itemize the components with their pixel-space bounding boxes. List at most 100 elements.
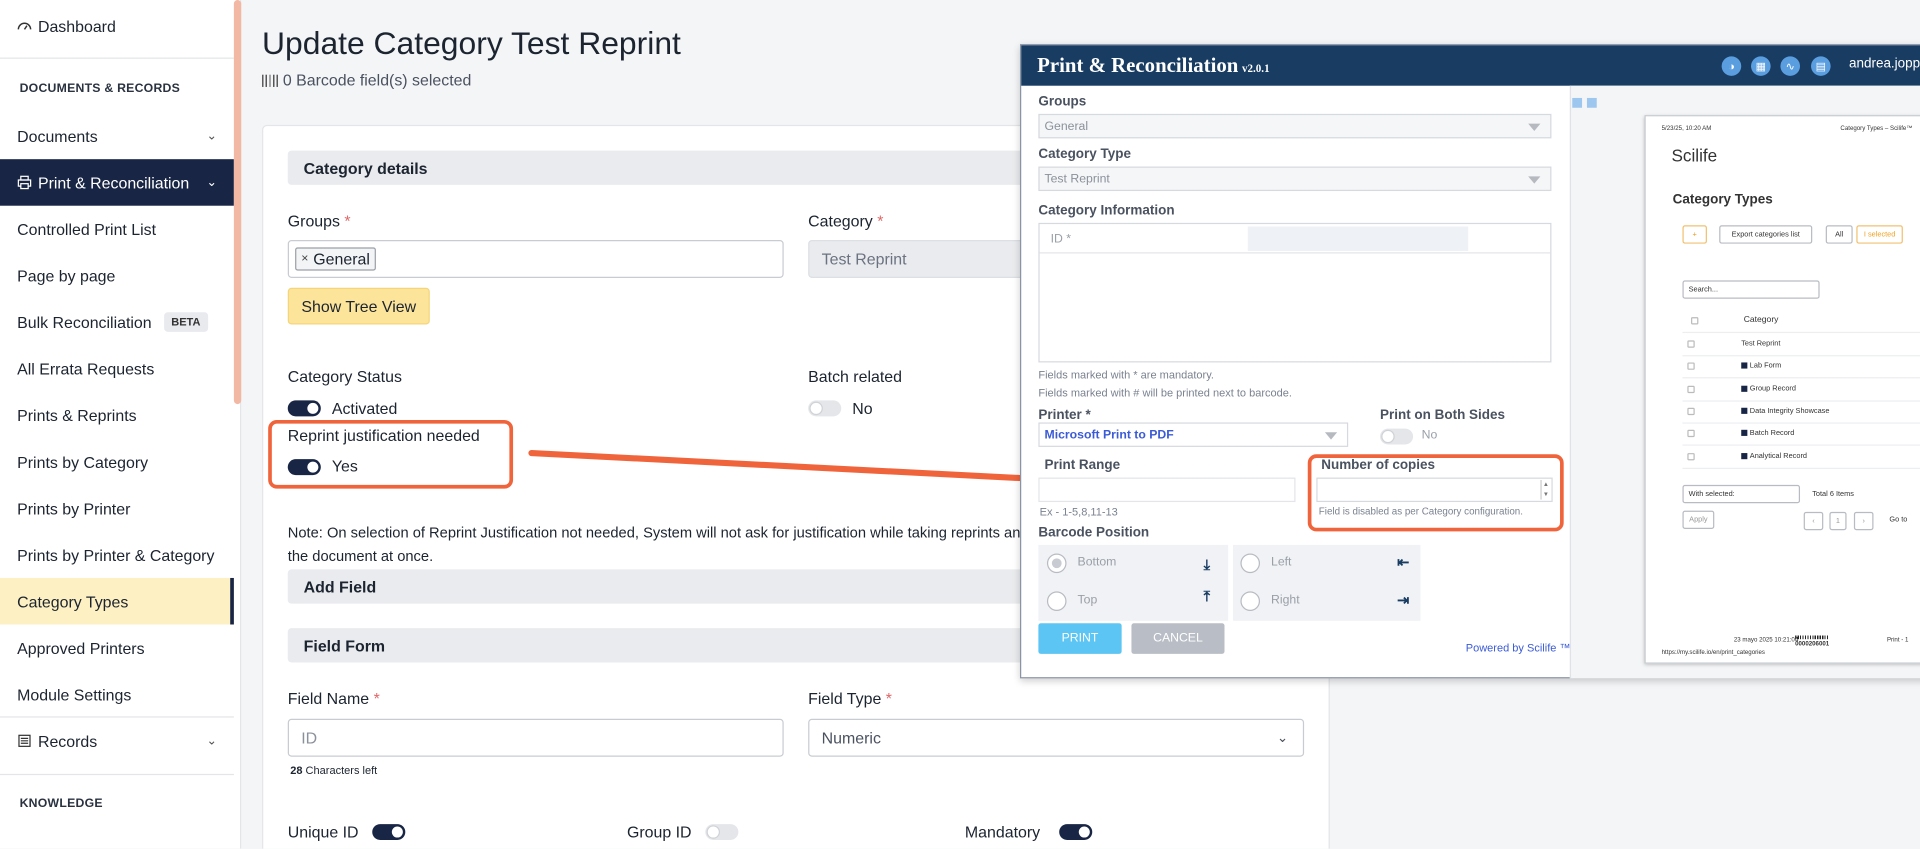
- sidebar-item-prints-by-printer-category[interactable]: Prints by Printer & Category: [0, 531, 234, 578]
- barcode-position-label: Barcode Position: [1038, 525, 1150, 541]
- mandatory-toggle[interactable]: [1059, 824, 1093, 841]
- sidebar-item-label: Documents: [17, 126, 98, 146]
- field-name-input[interactable]: ID: [287, 718, 784, 757]
- remove-icon[interactable]: ×: [301, 252, 308, 265]
- sidebar-item-label: Prints & Reprints: [17, 405, 137, 425]
- sidebar-item-bulk-reconciliation[interactable]: Bulk Reconciliation BETA: [0, 299, 234, 346]
- divider: [1682, 422, 1920, 424]
- barcode-options-left: [1038, 544, 1229, 621]
- preview-selected-button: I selected: [1856, 225, 1903, 244]
- preview-row: Batch Record: [1741, 429, 1794, 437]
- print-button[interactable]: PRINT: [1038, 623, 1122, 654]
- chevron-down-icon: ⌄: [1276, 731, 1289, 746]
- left-radio[interactable]: [1240, 553, 1261, 574]
- sidebar-item-approved-printers[interactable]: Approved Printers: [0, 624, 234, 671]
- left-label: Left: [1271, 555, 1292, 570]
- barcode-options-right: [1233, 544, 1421, 621]
- sidebar-scrollbar[interactable]: [233, 0, 242, 405]
- user-name: andrea.joppic: [1848, 56, 1920, 72]
- moon-icon[interactable]: ◑: [1721, 56, 1742, 76]
- sidebar-item-records[interactable]: Records ⌄: [0, 718, 234, 765]
- preview-row: Test Reprint: [1741, 340, 1781, 348]
- divider: [1682, 444, 1920, 446]
- group-chip[interactable]: × General: [295, 247, 377, 271]
- groups-input[interactable]: × General: [287, 240, 784, 278]
- divider: [1682, 331, 1920, 334]
- copies-hint: Field is disabled as per Category config…: [1318, 505, 1523, 517]
- preview-search: Search...: [1682, 280, 1820, 299]
- sidebar-item-documents[interactable]: Documents ⌄: [0, 113, 234, 160]
- records-icon: [17, 733, 32, 748]
- sidebar-item-dashboard[interactable]: Dashboard: [0, 2, 234, 49]
- sidebar-item-print-reconciliation[interactable]: Print & Reconciliation ⌄: [0, 159, 234, 206]
- preview-tool-icon[interactable]: [1586, 97, 1597, 108]
- sidebar-item-prints-reprints[interactable]: Prints & Reprints: [0, 392, 234, 439]
- section-heading-knowledge: KNOWLEDGE: [19, 797, 103, 811]
- activity-icon[interactable]: ∿: [1780, 56, 1801, 76]
- calendar-icon[interactable]: ▦: [1751, 56, 1771, 76]
- groups-label: Groups *: [287, 211, 351, 231]
- divider: [1682, 400, 1920, 402]
- preview-tool-icon[interactable]: [1572, 97, 1583, 108]
- preview-date: 5/23/25, 10:20 AM: [1661, 124, 1712, 133]
- arrow-up-icon: ⤒: [1203, 587, 1211, 605]
- preview-total: Total 6 Items: [1812, 491, 1854, 499]
- sidebar-item-label: Bulk Reconciliation: [17, 312, 152, 332]
- show-tree-view-button[interactable]: Show Tree View: [287, 287, 430, 325]
- reprint-justification-toggle[interactable]: [287, 459, 321, 476]
- sidebar-item-prints-by-printer[interactable]: Prints by Printer: [0, 485, 234, 532]
- group-id-toggle[interactable]: [705, 824, 739, 841]
- note-text: Note: On selection of Reprint Justificat…: [287, 524, 1029, 542]
- copies-label: Number of copies: [1321, 457, 1435, 473]
- unique-id-toggle[interactable]: [372, 824, 406, 841]
- divider: [0, 57, 234, 59]
- sidebar-item-label: Approved Printers: [17, 638, 145, 657]
- batch-related-toggle[interactable]: [808, 400, 842, 417]
- preview-export-button: Export categories list: [1719, 225, 1813, 244]
- printer-select[interactable]: Microsoft Print to PDF: [1038, 422, 1349, 447]
- bottom-label: Bottom: [1077, 555, 1117, 570]
- preview-url: https://my.scilife.io/en/print_categorie…: [1661, 648, 1765, 657]
- top-radio[interactable]: [1046, 591, 1067, 612]
- category-label: Category *: [808, 211, 884, 231]
- divider: [1682, 467, 1920, 469]
- reprint-justification-label: Reprint justification needed: [287, 426, 480, 445]
- caret-down-icon: [1324, 432, 1338, 440]
- print-range-input[interactable]: [1038, 477, 1296, 503]
- mandatory-note: Fields marked with * are mandatory.: [1038, 368, 1214, 381]
- page-subtitle: 0 Barcode field(s) selected: [262, 71, 471, 89]
- sidebar-item-controlled-print-list[interactable]: Controlled Print List: [0, 206, 234, 253]
- barcode-icon: [262, 74, 278, 87]
- sidebar-item-category-types[interactable]: Category Types: [0, 577, 234, 625]
- preview-page: 1: [1829, 511, 1847, 531]
- preview-row: Data Integrity Showcase: [1741, 407, 1829, 415]
- sidebar-item-label: Dashboard: [37, 16, 116, 35]
- cancel-button[interactable]: CANCEL: [1131, 623, 1225, 654]
- sidebar-item-all-errata-requests[interactable]: All Errata Requests: [0, 345, 234, 392]
- copies-input: ▲ ▼: [1316, 477, 1553, 503]
- sidebar-item-label: Records: [37, 731, 98, 751]
- category-status-value: Activated: [331, 399, 398, 418]
- page-title: Update Category Test Reprint: [262, 24, 681, 62]
- chevron-down-icon: ⌄: [206, 129, 217, 143]
- print-range-hint: Ex - 1-5,8,11-13: [1039, 505, 1118, 518]
- printer-icon[interactable]: ▤: [1811, 56, 1831, 76]
- field-type-select[interactable]: Numeric ⌄: [808, 718, 1305, 757]
- both-sides-value: No: [1421, 428, 1438, 443]
- preview-row: Lab Form: [1741, 362, 1781, 370]
- category-info-label: Category Information: [1038, 203, 1175, 218]
- bottom-radio[interactable]: [1046, 553, 1067, 574]
- dialog-title: Print & Reconciliation v2.0.1: [1037, 53, 1270, 78]
- right-radio[interactable]: [1240, 591, 1261, 612]
- sidebar-item-page-by-page[interactable]: Page by page: [0, 252, 234, 299]
- category-type-label: Category Type: [1038, 146, 1131, 162]
- batch-related-label: Batch related: [808, 367, 902, 386]
- sidebar-item-module-settings[interactable]: Module Settings: [0, 671, 234, 718]
- category-status-toggle[interactable]: [287, 400, 321, 417]
- sidebar-item-prints-by-category[interactable]: Prints by Category: [0, 438, 234, 485]
- sidebar-item-label: Prints by Category: [17, 452, 149, 471]
- id-label: ID *: [1050, 232, 1072, 247]
- unique-id-label: Unique ID: [287, 822, 359, 842]
- sidebar: Dashboard DOCUMENTS & RECORDS Documents …: [0, 0, 242, 849]
- sidebar-item-label: Page by page: [17, 266, 116, 285]
